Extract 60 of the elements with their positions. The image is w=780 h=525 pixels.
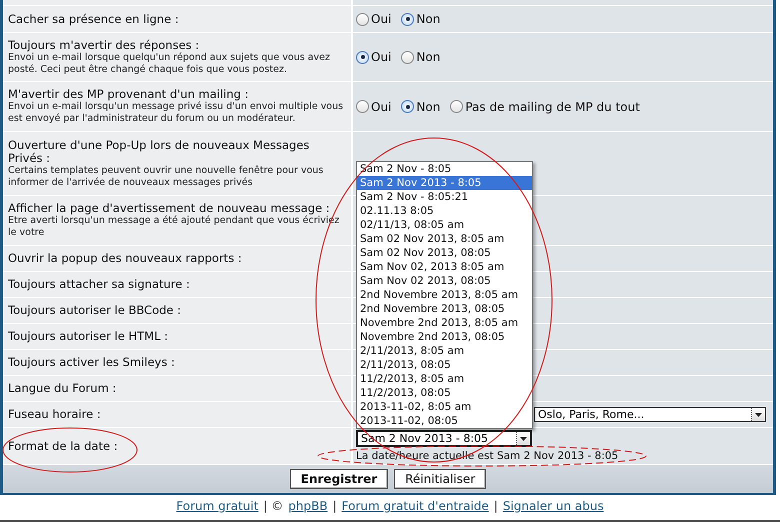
footer-separator: | <box>494 499 498 513</box>
footer-link[interactable]: phpBB <box>288 499 328 513</box>
radio-button[interactable] <box>401 50 414 64</box>
setting-label: Toujours attacher sa signature : <box>8 278 191 291</box>
radio-button[interactable] <box>356 12 369 26</box>
dropdown-option[interactable]: 02.11.13 8:05 <box>357 204 532 218</box>
setting-label: Fuseau horaire : <box>8 408 102 421</box>
setting-label: Afficher la page d'avertissement de nouveau message : <box>8 202 331 215</box>
radio-button[interactable] <box>356 100 369 113</box>
footer-separator: | <box>332 499 337 513</box>
caret-icon <box>751 408 765 421</box>
setting-description: Envoi un e-mail lorsqu'un message privé issu d'un envoi multiple vous est envoyé par l'administrateur du forum ou un modérateur. <box>8 101 344 125</box>
radio-label: Oui <box>371 100 392 114</box>
radio-button[interactable] <box>356 50 369 64</box>
footer-separator: | © <box>263 499 284 513</box>
dropdown-option[interactable]: 2nd Novembre 2013, 08:05 <box>357 302 532 316</box>
dropdown-option[interactable]: 11/2/2013, 8:05 am <box>357 372 532 386</box>
radio-button[interactable] <box>401 12 414 26</box>
radio-label: Oui <box>371 12 392 26</box>
dropdown-option[interactable]: Novembre 2nd 2013, 8:05 am <box>357 316 532 330</box>
setting-label: Toujours autoriser le HTML : <box>8 330 170 343</box>
setting-label: Ouvrir la popup des nouveaux rapports : <box>8 252 243 265</box>
radio-label: Non <box>416 100 440 114</box>
dropdown-option[interactable]: 2013-11-02, 08:05 <box>357 414 532 428</box>
setting-description: Envoi un e-mail lorsque quelqu'un répond aux sujets que vous avez posté. Ceci peut être changé chaque fois que vous postez. <box>8 52 332 76</box>
setting-label: M'avertir des MP provenant d'un mailing : <box>8 88 250 101</box>
radio-label: Oui <box>371 50 392 64</box>
dropdown-option[interactable]: 02/11/13, 08:05 am <box>357 218 532 232</box>
footer-link[interactable]: Signaler un abus <box>502 499 604 513</box>
radio-button[interactable] <box>450 100 464 113</box>
dropdown-option[interactable]: Sam 02 Nov 2013, 08:05 <box>357 246 532 260</box>
dropdown-option[interactable]: 2nd Novembre 2013, 8:05 am <box>357 288 532 302</box>
reset-button[interactable]: Réinitialiser <box>394 469 486 489</box>
dropdown-option[interactable]: 11/2/2013, 08:05 <box>357 386 532 400</box>
dropdown-option[interactable]: Sam 2 Nov - 8:05:21 <box>357 190 532 204</box>
footer-link[interactable]: Forum gratuit <box>176 499 258 513</box>
setting-label: Langue du Forum : <box>8 382 118 395</box>
timezone-select[interactable]: Oslo, Paris, Rome... <box>534 407 766 422</box>
setting-label: Format de la date : <box>8 440 119 452</box>
radio-label: Non <box>416 50 440 64</box>
save-button[interactable]: Enregistrer <box>290 469 388 489</box>
radio-button[interactable] <box>401 100 414 113</box>
setting-label: Toujours autoriser le BBCode : <box>8 304 182 317</box>
dropdown-option[interactable]: 2013-11-02, 8:05 am <box>357 400 532 414</box>
setting-label: Ouverture d'une Pop-Up lors de nouveaux Messages Privés : <box>8 138 310 164</box>
setting-label: Toujours activer les Smileys : <box>8 356 176 369</box>
footer-link[interactable]: Forum gratuit d'entraide <box>342 499 489 513</box>
dropdown-option[interactable]: 2/11/2013, 08:05 <box>357 358 532 372</box>
dropdown-option[interactable]: Sam Nov 02 2013, 08:05 <box>357 274 532 288</box>
dropdown-option[interactable]: Sam 02 Nov 2013, 8:05 am <box>357 232 532 246</box>
dropdown-option[interactable]: Novembre 2nd 2013, 08:05 <box>357 330 532 344</box>
radio-label: Non <box>416 12 440 26</box>
radio-label: Pas de mailing de MP du tout <box>465 100 640 114</box>
dropdown-option[interactable]: Sam 2 Nov 2013 - 8:05 <box>357 176 532 190</box>
setting-label: Cacher sa présence en ligne : <box>8 12 180 26</box>
caret-icon <box>516 432 530 445</box>
dropdown-option[interactable]: 2/11/2013, 8:05 am <box>357 344 532 358</box>
dropdown-option[interactable]: Sam Nov 02, 2013 8:05 am <box>357 260 532 274</box>
setting-description: Certains templates peuvent ouvrir une nouvelle fenêtre pour vous informer de l'arrivée de nouveaux messages privés <box>8 164 324 188</box>
setting-label: Toujours m'avertir des réponses : <box>8 38 200 52</box>
